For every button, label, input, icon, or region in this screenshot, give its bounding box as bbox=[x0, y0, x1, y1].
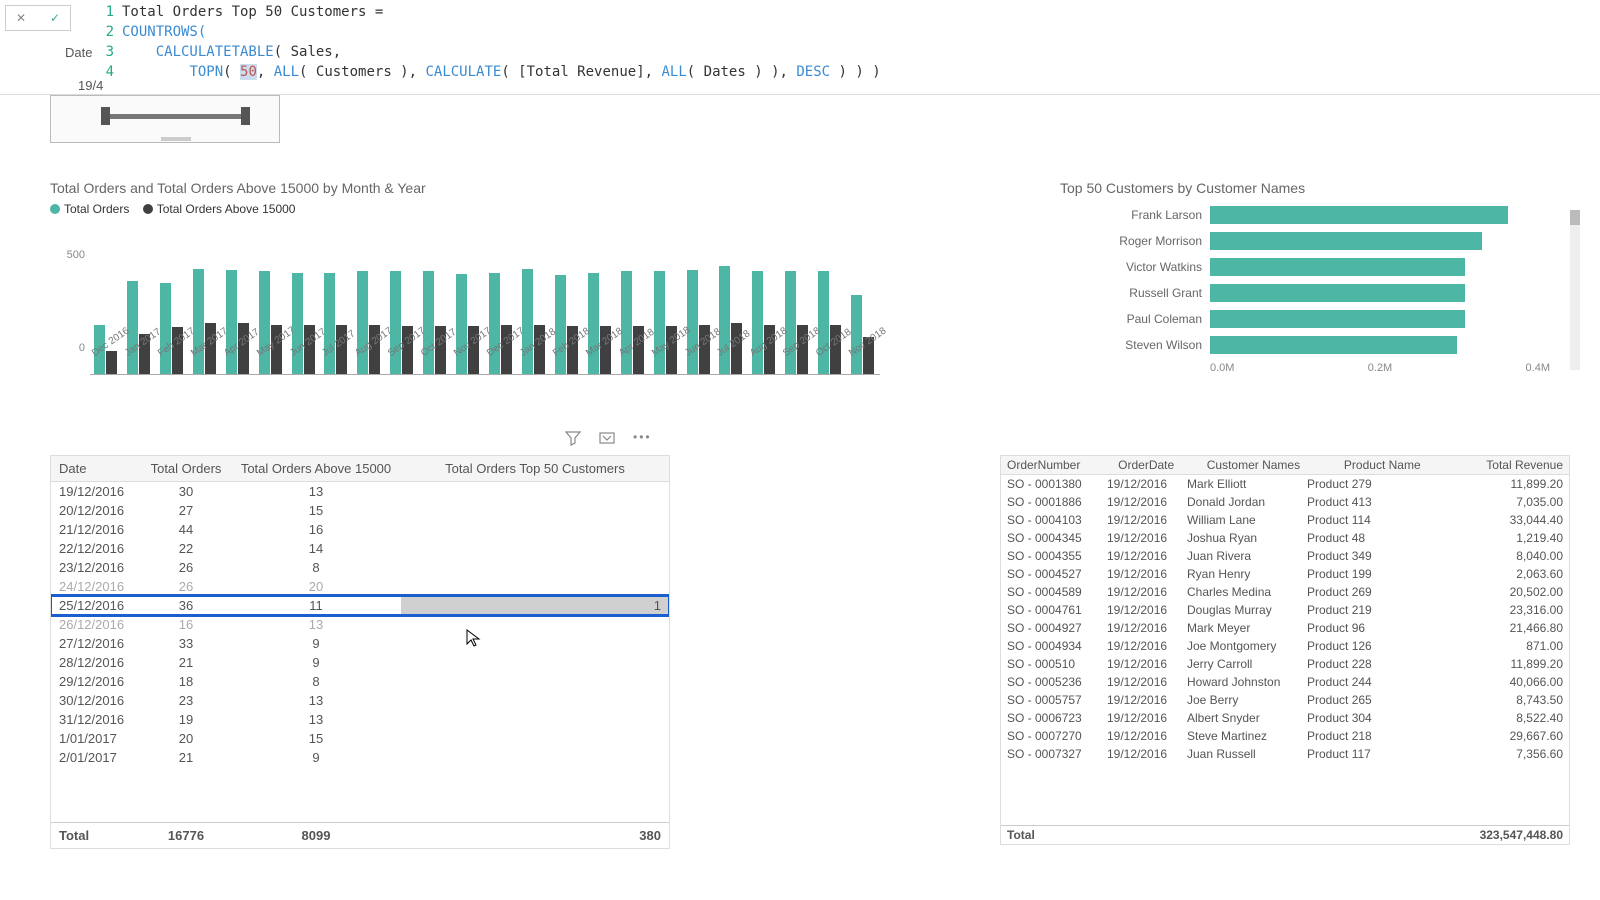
slicer-label: Date bbox=[65, 45, 92, 60]
table-row[interactable]: SO - 000458919/12/2016Charles MedinaProd… bbox=[1001, 583, 1569, 601]
col-product[interactable]: Product Name bbox=[1338, 456, 1454, 475]
slicer-value: 19/4 bbox=[78, 78, 103, 93]
col-above-15000[interactable]: Total Orders Above 15000 bbox=[231, 456, 401, 482]
table-row[interactable]: SO - 000452719/12/2016Ryan HenryProduct … bbox=[1001, 565, 1569, 583]
table-row[interactable]: 26/12/20161613 bbox=[51, 615, 669, 634]
hbar-label: Steven Wilson bbox=[1060, 338, 1210, 352]
table-row[interactable]: SO - 000732719/12/2016Juan RussellProduc… bbox=[1001, 745, 1569, 763]
chart-title: Total Orders and Total Orders Above 1500… bbox=[50, 180, 900, 196]
sales-detail-table[interactable]: OrderNumber OrderDate Customer Names Pro… bbox=[1000, 455, 1570, 845]
chart-scrollbar[interactable] bbox=[1570, 210, 1580, 370]
table-row[interactable]: SO - 000435519/12/2016Juan RiveraProduct… bbox=[1001, 547, 1569, 565]
hbar-row[interactable]: Roger Morrison bbox=[1060, 228, 1560, 254]
table-row[interactable]: 1/01/20172015 bbox=[51, 729, 669, 748]
visual-header: ••• bbox=[565, 430, 652, 449]
table-row[interactable]: 21/12/20164416 bbox=[51, 520, 669, 539]
table-row[interactable]: SO - 000410319/12/2016William LaneProduc… bbox=[1001, 511, 1569, 529]
chart2-title: Top 50 Customers by Customer Names bbox=[1060, 180, 1560, 196]
mouse-cursor-icon bbox=[465, 628, 485, 648]
col-customer[interactable]: Customer Names bbox=[1201, 456, 1338, 475]
table-row[interactable]: SO - 000575719/12/2016Joe BerryProduct 2… bbox=[1001, 691, 1569, 709]
table-row[interactable]: SO - 000492719/12/2016Mark MeyerProduct … bbox=[1001, 619, 1569, 637]
table-row[interactable]: SO - 000476119/12/2016Douglas MurrayProd… bbox=[1001, 601, 1569, 619]
col-ordernum[interactable]: OrderNumber bbox=[1001, 456, 1112, 475]
table-row[interactable]: 27/12/2016339 bbox=[51, 634, 669, 653]
filter-icon[interactable] bbox=[565, 430, 581, 449]
hbar-label: Paul Coleman bbox=[1060, 312, 1210, 326]
table-row[interactable]: 22/12/20162214 bbox=[51, 539, 669, 558]
table-row[interactable]: 20/12/20162715 bbox=[51, 501, 669, 520]
table-row[interactable]: SO - 000672319/12/2016Albert SnyderProdu… bbox=[1001, 709, 1569, 727]
table-row[interactable]: 29/12/2016188 bbox=[51, 672, 669, 691]
table-row[interactable]: SO - 000493419/12/2016Joe MontgomeryProd… bbox=[1001, 637, 1569, 655]
table-row[interactable]: SO - 000434519/12/2016Joshua RyanProduct… bbox=[1001, 529, 1569, 547]
formula-cancel-button[interactable]: ✕ bbox=[6, 6, 36, 30]
focus-mode-icon[interactable] bbox=[599, 430, 615, 449]
table-row[interactable]: 2/01/2017219 bbox=[51, 748, 669, 767]
col-total-orders[interactable]: Total Orders bbox=[141, 456, 231, 482]
col-orderdate[interactable]: OrderDate bbox=[1112, 456, 1201, 475]
formula-bar: ✕ ✓ 1Total Orders Top 50 Customers = 2CO… bbox=[0, 0, 1600, 95]
slider-handle-left[interactable] bbox=[101, 107, 110, 125]
date-slicer[interactable] bbox=[50, 95, 280, 143]
table-row[interactable]: 30/12/20162313 bbox=[51, 691, 669, 710]
hbar-row[interactable]: Russell Grant bbox=[1060, 280, 1560, 306]
hbar-label: Russell Grant bbox=[1060, 286, 1210, 300]
table-row[interactable]: 31/12/20161913 bbox=[51, 710, 669, 729]
col-date[interactable]: Date bbox=[51, 456, 141, 482]
formula-commit-button[interactable]: ✓ bbox=[40, 6, 70, 30]
totals-row: Total 16776 8099 380 bbox=[51, 823, 669, 849]
hbar-label: Victor Watkins bbox=[1060, 260, 1210, 274]
table-row[interactable]: SO - 000138019/12/2016Mark ElliottProduc… bbox=[1001, 475, 1569, 493]
hbar-label: Roger Morrison bbox=[1060, 234, 1210, 248]
totals-row: Total 323,547,448.80 bbox=[1001, 826, 1569, 845]
table-row[interactable]: 25/12/201636111 bbox=[51, 596, 669, 615]
top-customers-bar-chart[interactable]: Top 50 Customers by Customer Names Frank… bbox=[1060, 180, 1560, 374]
hbar-label: Frank Larson bbox=[1060, 208, 1210, 222]
table-row[interactable]: SO - 000188619/12/2016Donald JordanProdu… bbox=[1001, 493, 1569, 511]
hbar-row[interactable]: Frank Larson bbox=[1060, 202, 1560, 228]
hbar-row[interactable]: Victor Watkins bbox=[1060, 254, 1560, 280]
chart-legend: Total Orders Total Orders Above 15000 bbox=[50, 202, 900, 217]
table-row[interactable]: 28/12/2016219 bbox=[51, 653, 669, 672]
table-row[interactable]: 19/12/20163013 bbox=[51, 482, 669, 501]
hbar-row[interactable]: Steven Wilson bbox=[1060, 332, 1560, 358]
table-row[interactable]: SO - 00051019/12/2016Jerry CarrollProduc… bbox=[1001, 655, 1569, 673]
table-row[interactable]: 23/12/2016268 bbox=[51, 558, 669, 577]
col-revenue[interactable]: Total Revenue bbox=[1453, 456, 1569, 475]
table-row[interactable]: 24/12/20162620 bbox=[51, 577, 669, 596]
formula-editor[interactable]: 1Total Orders Top 50 Customers = 2COUNTR… bbox=[100, 2, 881, 82]
table-row[interactable]: SO - 000523619/12/2016Howard JohnstonPro… bbox=[1001, 673, 1569, 691]
col-top50[interactable]: Total Orders Top 50 Customers bbox=[401, 456, 669, 482]
column-chart[interactable]: Total Orders and Total Orders Above 1500… bbox=[50, 180, 900, 375]
slider-handle-right[interactable] bbox=[241, 107, 250, 125]
table-row[interactable]: SO - 000727019/12/2016Steve MartinezProd… bbox=[1001, 727, 1569, 745]
hbar-row[interactable]: Paul Coleman bbox=[1060, 306, 1560, 332]
more-options-icon[interactable]: ••• bbox=[633, 430, 652, 449]
orders-table[interactable]: Date Total Orders Total Orders Above 150… bbox=[50, 455, 670, 849]
